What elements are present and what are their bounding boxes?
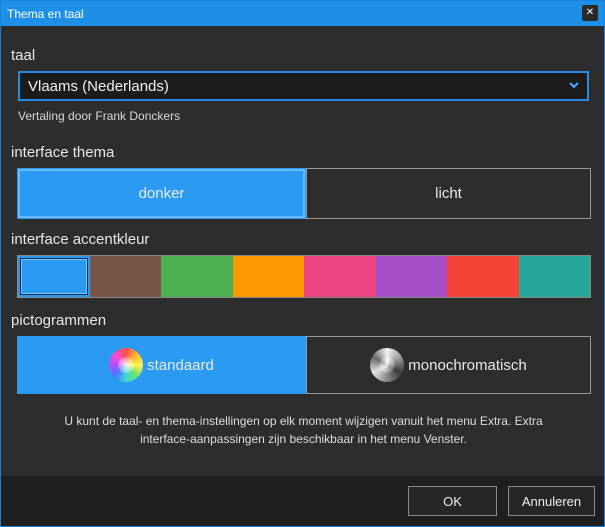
accent-swatch-2[interactable] xyxy=(161,256,233,297)
theme-option-light-label: licht xyxy=(435,185,462,202)
theme-language-dialog: Thema en taal ✕ taal Vlaams (Nederlands)… xyxy=(0,0,605,527)
accent-swatch-0[interactable] xyxy=(18,256,90,297)
color-wheel-icon xyxy=(109,348,144,382)
accent-color-label: interface accentkleur xyxy=(11,231,150,248)
title-bar[interactable]: Thema en taal ✕ xyxy=(1,1,604,26)
icons-option-standard[interactable]: standaard xyxy=(17,336,306,394)
icons-option-monochrome-label: monochromatisch xyxy=(408,356,527,374)
theme-option-dark[interactable]: donker xyxy=(17,168,306,219)
icons-option-monochrome[interactable]: monochromatisch xyxy=(306,336,591,394)
accent-swatch-3[interactable] xyxy=(232,256,304,297)
accent-swatch-6[interactable] xyxy=(447,256,519,297)
language-label: taal xyxy=(11,47,36,64)
info-text-line-2: interface-aanpassingen zijn beschikbaar … xyxy=(140,432,467,446)
close-button[interactable]: ✕ xyxy=(582,5,598,21)
icons-option-standard-label: standaard xyxy=(147,356,214,374)
info-text: U kunt de taal- en thema-instellingen op… xyxy=(21,412,586,448)
accent-swatch-4[interactable] xyxy=(304,256,376,297)
monochrome-wheel-icon xyxy=(370,348,405,382)
accent-swatch-1[interactable] xyxy=(89,256,161,297)
dialog-footer: OK Annuleren xyxy=(1,476,604,526)
icons-label: pictogrammen xyxy=(11,312,107,329)
window-title: Thema en taal xyxy=(7,7,84,21)
chevron-down-icon xyxy=(569,82,579,89)
accent-color-swatches xyxy=(17,255,591,298)
ok-button[interactable]: OK xyxy=(408,486,497,516)
language-select[interactable]: Vlaams (Nederlands) xyxy=(18,71,589,101)
theme-option-dark-label: donker xyxy=(138,185,185,202)
accent-swatch-7[interactable] xyxy=(518,256,590,297)
info-text-line-1: U kunt de taal- en thema-instellingen op… xyxy=(64,414,543,428)
theme-option-light[interactable]: licht xyxy=(306,168,591,219)
accent-swatch-5[interactable] xyxy=(375,256,447,297)
theme-label: interface thema xyxy=(11,144,115,161)
translator-credit: Vertaling door Frank Donckers xyxy=(18,109,181,123)
language-select-value: Vlaams (Nederlands) xyxy=(28,78,169,95)
cancel-button[interactable]: Annuleren xyxy=(508,486,595,516)
